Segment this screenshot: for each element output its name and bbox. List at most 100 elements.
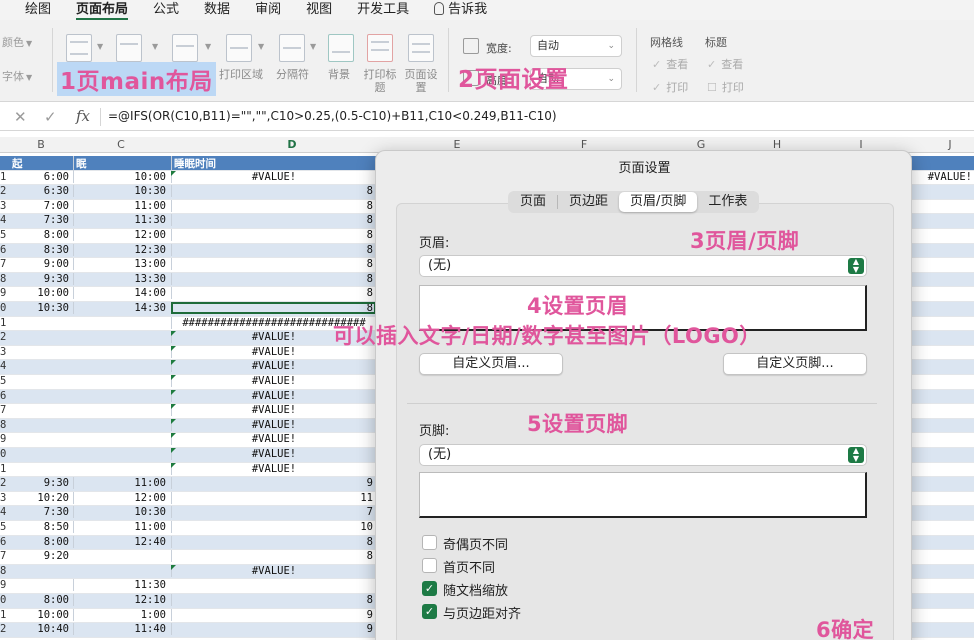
row-number[interactable]: 1 <box>0 609 9 621</box>
cell-duration[interactable]: 8 <box>171 535 376 548</box>
cell-duration[interactable]: 8 <box>171 258 376 271</box>
cell-duration[interactable]: #VALUE! <box>171 375 376 387</box>
tab-review[interactable]: 审阅 <box>255 0 281 20</box>
cell-duration[interactable]: #VALUE! <box>171 433 376 446</box>
cell-sleep-time[interactable]: 10:00 <box>73 170 169 183</box>
cell-duration[interactable]: 8 <box>171 214 376 227</box>
cell-duration[interactable]: 8 <box>171 199 376 212</box>
row-number[interactable]: 7 <box>0 404 9 416</box>
row-number[interactable]: 3 <box>0 492 9 504</box>
cell-duration[interactable]: 8 <box>171 287 376 300</box>
row-number[interactable]: 1 <box>0 317 9 329</box>
cell-sleep-time[interactable]: 13:00 <box>73 258 169 271</box>
cell-duration[interactable]: 8 <box>171 185 376 198</box>
gridlines-print-checkbox[interactable]: ✓ 打印 <box>652 79 688 95</box>
column-header-j[interactable]: J <box>940 138 960 151</box>
tab-data[interactable]: 数据 <box>204 0 230 20</box>
tab-formulas[interactable]: 公式 <box>153 0 179 20</box>
row-number[interactable]: 8 <box>0 565 9 577</box>
colors-dropdown[interactable]: 颜色 ▼ <box>0 32 48 66</box>
cell-duration[interactable]: 11 <box>171 491 376 504</box>
tab-tell-me[interactable]: 告诉我 <box>434 0 487 20</box>
cell-wake-time[interactable]: 9:20 <box>10 550 72 562</box>
cell-sleep-time[interactable]: 12:10 <box>73 594 169 606</box>
cell-sleep-time[interactable]: 13:30 <box>73 272 169 285</box>
cell-sleep-time[interactable]: 14:00 <box>73 287 169 300</box>
headings-view-checkbox[interactable]: ✓ 查看 <box>707 56 743 72</box>
orientation-icon[interactable] <box>116 34 142 62</box>
row-number[interactable]: 5 <box>0 521 9 533</box>
function-icon[interactable]: fx <box>76 107 90 125</box>
cell-duration[interactable]: 7 <box>171 506 376 519</box>
tab-page[interactable]: 页面 <box>509 192 557 212</box>
custom-footer-button[interactable]: 自定义页脚... <box>723 353 867 375</box>
row-number[interactable]: 9 <box>0 433 9 445</box>
cell-wake-time[interactable]: 8:00 <box>10 536 72 548</box>
cell-duration[interactable]: 10 <box>171 521 376 533</box>
cell-sleep-time[interactable]: 11:00 <box>73 521 169 533</box>
tab-view[interactable]: 视图 <box>306 0 332 20</box>
row-number[interactable]: 2 <box>0 185 9 197</box>
cell-wake-time[interactable]: 8:00 <box>10 229 72 241</box>
cell-duration[interactable]: 8 <box>171 594 376 606</box>
custom-header-button[interactable]: 自定义页眉... <box>419 353 563 375</box>
cell-duration[interactable]: 8 <box>171 550 376 563</box>
cell-wake-time[interactable]: 8:50 <box>10 521 72 533</box>
cell-duration[interactable]: 8 <box>171 243 376 256</box>
row-number[interactable]: 7 <box>0 258 9 270</box>
cell-sleep-time[interactable]: 10:30 <box>73 506 169 519</box>
breaks-icon[interactable] <box>279 34 305 62</box>
confirm-icon[interactable]: ✓ <box>44 108 57 126</box>
cell-wake-time[interactable]: 9:30 <box>10 477 72 489</box>
cell-duration[interactable]: 8 <box>171 229 376 241</box>
column-header-b[interactable]: B <box>31 138 51 151</box>
row-number[interactable]: 9 <box>0 579 9 591</box>
row-number[interactable]: 9 <box>0 287 9 299</box>
tab-page-layout[interactable]: 页面布局 <box>76 0 129 20</box>
cell-wake-time[interactable]: 7:00 <box>10 200 72 212</box>
cell-wake-time[interactable]: 6:00 <box>10 171 72 183</box>
cell-sleep-time[interactable]: 12:00 <box>73 229 169 241</box>
row-number[interactable]: 4 <box>0 214 9 226</box>
print-titles-icon[interactable] <box>367 34 393 62</box>
row-number[interactable]: 6 <box>0 536 9 548</box>
formula-input[interactable]: =@IFS(OR(C10,B11)="","",C10>0.25,(0.5-C1… <box>108 109 557 123</box>
column-header-d[interactable]: D <box>282 138 302 151</box>
cell-wake-time[interactable]: 7:30 <box>10 506 72 518</box>
cell-sleep-time[interactable]: 14:30 <box>73 302 169 314</box>
cell-sleep-time[interactable]: 12:00 <box>73 491 169 504</box>
cell-sleep-time[interactable]: 11:40 <box>73 623 169 636</box>
tab-draw[interactable]: 绘图 <box>25 0 51 20</box>
cell-sleep-time[interactable]: 11:00 <box>73 199 169 212</box>
cell-duration[interactable]: 9 <box>171 623 376 636</box>
cell-sleep-time[interactable]: 1:00 <box>73 608 169 621</box>
size-icon[interactable] <box>172 34 198 62</box>
cell-duration[interactable]: #VALUE! <box>171 404 376 417</box>
row-number[interactable]: 4 <box>0 360 9 372</box>
cell-duration[interactable]: 9 <box>171 608 376 621</box>
cell-duration[interactable]: 8 <box>171 272 376 285</box>
cell-wake-time[interactable]: 9:30 <box>10 273 72 285</box>
cell-wake-time[interactable]: 10:00 <box>10 609 72 621</box>
cell-duration[interactable]: #VALUE! <box>171 170 376 183</box>
row-number[interactable]: 3 <box>0 346 9 358</box>
row-number[interactable]: 4 <box>0 506 9 518</box>
cell-wake-time[interactable]: 9:00 <box>10 258 72 270</box>
row-number[interactable]: 8 <box>0 273 9 285</box>
cell-sleep-time[interactable]: 10:30 <box>73 185 169 198</box>
cell-duration[interactable]: 9 <box>171 477 376 490</box>
cell-sleep-time[interactable]: 12:40 <box>73 535 169 548</box>
row-number[interactable]: 1 <box>0 171 9 183</box>
cell-wake-time[interactable]: 10:20 <box>10 492 72 504</box>
tab-developer[interactable]: 开发工具 <box>357 0 409 20</box>
cell-duration[interactable]: #VALUE! <box>171 360 376 373</box>
footer-select[interactable]: (无) ▲ ▼ <box>419 444 867 466</box>
row-number[interactable]: 7 <box>0 550 9 562</box>
header-cell-wake[interactable]: 起 <box>10 156 72 171</box>
row-number[interactable]: 2 <box>0 331 9 343</box>
cell-wake-time[interactable]: 8:00 <box>10 594 72 606</box>
row-number[interactable]: 5 <box>0 375 9 387</box>
print-area-icon[interactable] <box>226 34 252 62</box>
row-number[interactable]: 3 <box>0 200 9 212</box>
page-setup-icon[interactable] <box>408 34 434 62</box>
